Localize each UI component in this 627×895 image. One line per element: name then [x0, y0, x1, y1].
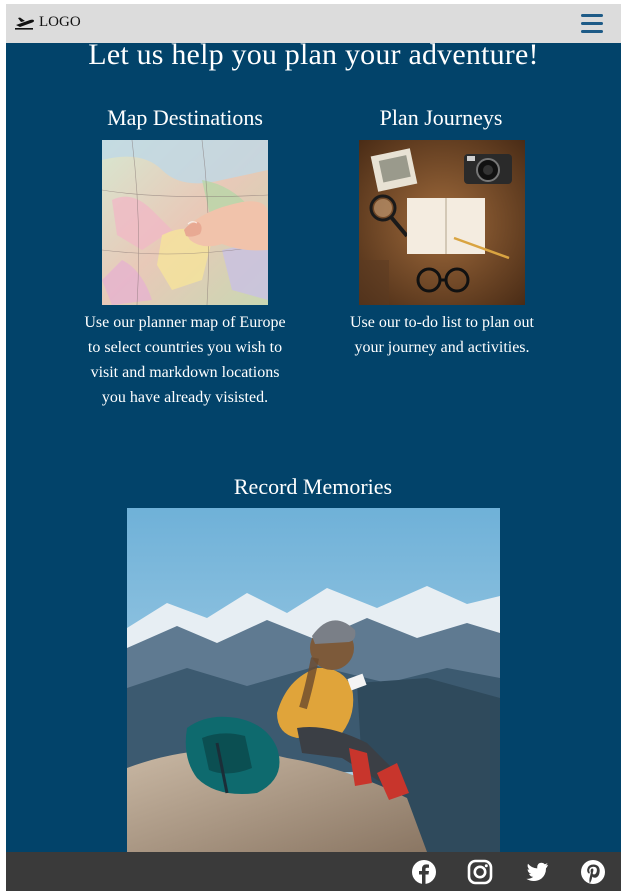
pinterest-icon[interactable] [580, 859, 606, 885]
instagram-icon[interactable] [467, 859, 493, 885]
card-title-plan-journeys: Plan Journeys [379, 105, 503, 130]
map-pointing-photo [102, 140, 268, 305]
hiker-writing-on-mountain-photo [127, 508, 500, 852]
page-headline: Let us help you plan your adventure! [88, 38, 539, 71]
footer [6, 852, 621, 891]
facebook-icon[interactable] [411, 859, 437, 885]
card-text-map-destinations: Use our planner map of Europe to select … [84, 314, 286, 406]
card-title-map-destinations: Map Destinations [107, 105, 263, 130]
page: LOGO Let us help you plan your adventure… [6, 4, 621, 891]
card-title-record-memories: Record Memories [233, 474, 393, 499]
plane-icon [15, 17, 34, 30]
twitter-icon[interactable] [524, 859, 550, 885]
logo[interactable]: LOGO [15, 14, 81, 31]
journal-camera-flatlay-photo [359, 140, 525, 305]
card-text-plan-journeys: Use our to-do list to plan out your jour… [350, 314, 534, 356]
hamburger-menu-icon[interactable] [581, 14, 603, 33]
logo-text: LOGO [39, 14, 81, 30]
